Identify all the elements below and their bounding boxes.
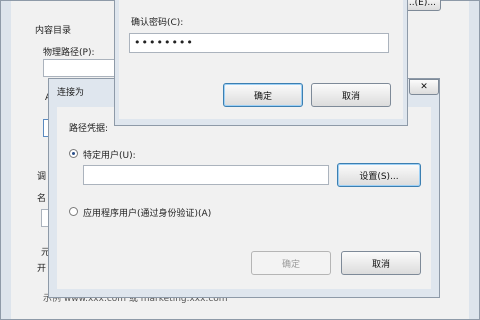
physical-path-label: 物理路径(P): xyxy=(43,48,95,58)
confirm-password-label: 确认密码(C): xyxy=(131,18,184,28)
application-user-radio[interactable] xyxy=(69,207,78,216)
specific-user-input[interactable] xyxy=(83,165,329,185)
path-credentials-label: 路径凭据: xyxy=(69,124,109,134)
set-credentials-cancel-button[interactable]: 取消 xyxy=(311,83,391,107)
set-credentials-ok-button[interactable]: 确定 xyxy=(223,83,303,107)
application-user-label: 应用程序用户(通过身份验证)(A) xyxy=(83,209,212,219)
side-letter-c: 名 xyxy=(37,194,47,204)
content-directory-label: 内容目录 xyxy=(35,26,72,36)
connect-as-title: 连接为 xyxy=(57,88,85,98)
close-icon: ✕ xyxy=(420,82,428,92)
connect-as-cancel-button[interactable]: 取消 xyxy=(341,251,421,275)
set-credentials-dialog: 确认密码(C): •••••••• 确定 取消 xyxy=(114,0,408,126)
set-credentials-button[interactable]: 设置(S)... xyxy=(337,163,421,187)
specific-user-label: 特定用户(U): xyxy=(83,151,136,161)
connect-as-ok-button[interactable]: 确定 xyxy=(251,251,331,275)
connect-as-close-button[interactable]: ✕ xyxy=(409,79,439,95)
side-letter-b: 调 xyxy=(37,172,47,182)
specific-user-radio[interactable] xyxy=(69,149,78,158)
side-letter-e: 开 xyxy=(37,264,47,274)
confirm-password-input[interactable]: •••••••• xyxy=(129,33,389,53)
physical-path-input[interactable] xyxy=(43,59,117,77)
